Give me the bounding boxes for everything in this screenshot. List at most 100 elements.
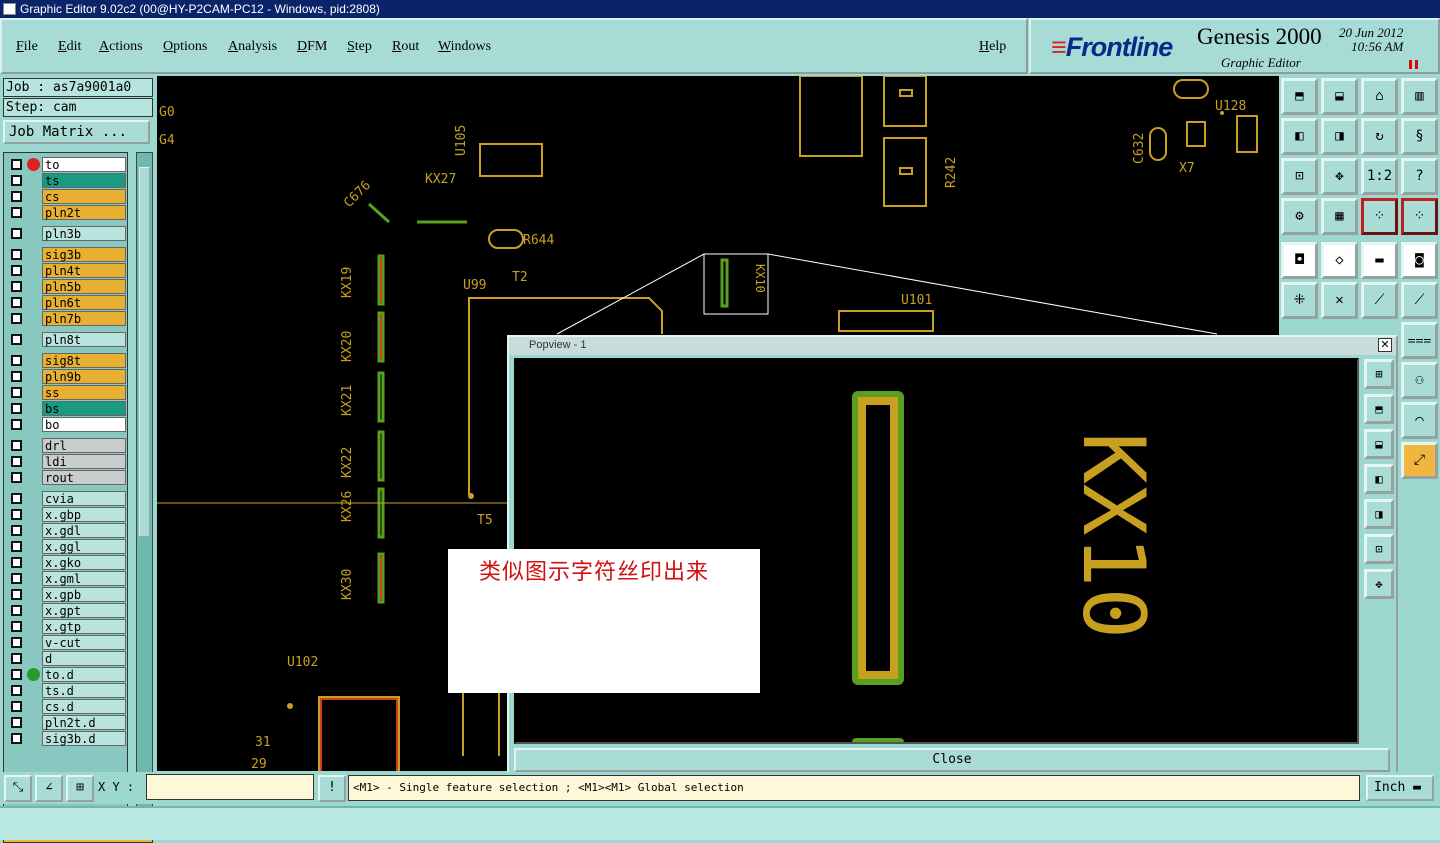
layer-name[interactable]: ts.d — [42, 683, 126, 698]
layer-row[interactable]: sig3b.d — [7, 731, 126, 746]
layer-name[interactable]: pln8t — [42, 332, 126, 347]
layer-name[interactable]: x.gpb — [42, 587, 126, 602]
layer-name[interactable]: cs.d — [42, 699, 126, 714]
layer-checkbox[interactable] — [11, 621, 22, 632]
popview-close-button[interactable]: Close — [514, 748, 1390, 772]
select-area-icon[interactable]: ◙ — [1401, 242, 1438, 279]
layer-row[interactable]: ts.d — [7, 683, 126, 698]
layer-row[interactable]: x.gpb — [7, 587, 126, 602]
layer-checkbox[interactable] — [11, 541, 22, 552]
units-select[interactable]: Inch ▬ — [1366, 775, 1434, 801]
layer-name[interactable]: x.gdl — [42, 523, 126, 538]
layer-row[interactable]: bs — [7, 401, 126, 416]
layer-name[interactable]: to.d — [42, 667, 126, 682]
profile-icon[interactable]: ⌒ — [1401, 402, 1438, 439]
pan-right-icon[interactable]: ◨ — [1321, 118, 1358, 155]
layer-checkbox[interactable] — [11, 605, 22, 616]
angle-icon[interactable]: ∠ — [35, 775, 63, 802]
layer-row[interactable]: v-cut — [7, 635, 126, 650]
layer-name[interactable]: x.gpt — [42, 603, 126, 618]
layer-checkbox[interactable] — [11, 557, 22, 568]
layer-row[interactable]: ss — [7, 385, 126, 400]
layer-row[interactable]: to — [7, 157, 126, 172]
connect-icon[interactable]: ⁜ — [1281, 282, 1318, 319]
layer-row[interactable]: cvia — [7, 491, 126, 506]
layer-checkbox[interactable] — [11, 371, 22, 382]
layer-row[interactable]: ldi — [7, 454, 126, 469]
layer-name[interactable]: sig3b.d — [42, 731, 126, 746]
scroll-thumb[interactable] — [139, 167, 150, 537]
layer-checkbox[interactable] — [11, 717, 22, 728]
layer-checkbox[interactable] — [11, 589, 22, 600]
popview-left-icon[interactable]: ◧ — [1364, 464, 1394, 494]
layer-row[interactable]: x.gtp — [7, 619, 126, 634]
layer-name[interactable]: x.gbp — [42, 507, 126, 522]
job-matrix-button[interactable]: Job Matrix ... — [3, 120, 150, 144]
layer-name[interactable]: pln4t — [42, 263, 126, 278]
layer-name[interactable]: x.gml — [42, 571, 126, 586]
layer-row[interactable]: to.d — [7, 667, 126, 682]
layer-name[interactable]: cs — [42, 189, 126, 204]
layer-row[interactable]: ts — [7, 173, 126, 188]
grid-icon[interactable]: ▦ — [1321, 198, 1358, 235]
popview-fit-icon[interactable]: ⊡ — [1364, 534, 1394, 564]
zoom-home-icon[interactable]: ⬒ — [1281, 78, 1318, 115]
layer-checkbox[interactable] — [11, 281, 22, 292]
menu-rout[interactable]: Rout — [392, 39, 419, 55]
layer-name[interactable]: pln5b — [42, 279, 126, 294]
popview-close-icon[interactable]: ✕ — [1378, 338, 1392, 352]
layer-row[interactable]: pln2t.d — [7, 715, 126, 730]
layer-checkbox[interactable] — [11, 493, 22, 504]
window-icon[interactable]: ▥ — [1401, 78, 1438, 115]
layer-name[interactable]: rout — [42, 470, 126, 485]
layer-checkbox[interactable] — [11, 440, 22, 451]
layer-row[interactable]: sig8t — [7, 353, 126, 368]
layer-checkbox[interactable] — [11, 419, 22, 430]
layer-checkbox[interactable] — [11, 403, 22, 414]
layer-row[interactable]: pln5b — [7, 279, 126, 294]
layer-row[interactable]: cs.d — [7, 699, 126, 714]
layer-name[interactable]: cvia — [42, 491, 126, 506]
layer-row[interactable]: pln2t — [7, 205, 126, 220]
layer-name[interactable]: pln2t — [42, 205, 126, 220]
layer-row[interactable]: x.ggl — [7, 539, 126, 554]
layer-checkbox[interactable] — [11, 456, 22, 467]
layer-checkbox[interactable] — [11, 297, 22, 308]
grid-snap-icon[interactable]: ⊞ — [66, 775, 94, 802]
cross-icon[interactable]: ✕ — [1321, 282, 1358, 319]
layer-name[interactable]: x.gtp — [42, 619, 126, 634]
layer-checkbox[interactable] — [11, 334, 22, 345]
layer-name[interactable]: pln6t — [42, 295, 126, 310]
layer-checkbox[interactable] — [11, 175, 22, 186]
layer-row[interactable]: sig3b — [7, 247, 126, 262]
popview-center-icon[interactable]: ✥ — [1364, 569, 1394, 599]
layer-name[interactable]: sig3b — [42, 247, 126, 262]
layer-row[interactable]: pln4t — [7, 263, 126, 278]
layer-checkbox[interactable] — [11, 355, 22, 366]
ruler-icon[interactable]: ▬ — [1361, 242, 1398, 279]
layer-row[interactable]: bo — [7, 417, 126, 432]
layer-row[interactable]: rout — [7, 470, 126, 485]
layer-checkbox[interactable] — [11, 207, 22, 218]
layer-name[interactable]: pln7b — [42, 311, 126, 326]
cluster-icon[interactable]: ⚇ — [1401, 362, 1438, 399]
alert-icon[interactable]: ! — [318, 775, 346, 802]
popview-down-icon[interactable]: ⬓ — [1364, 429, 1394, 459]
layer-name[interactable]: ldi — [42, 454, 126, 469]
layer-checkbox[interactable] — [11, 669, 22, 680]
snap-icon[interactable]: § — [1401, 118, 1438, 155]
layer-checkbox[interactable] — [11, 228, 22, 239]
layer-checkbox[interactable] — [11, 191, 22, 202]
layer-row[interactable]: pln6t — [7, 295, 126, 310]
measure-tool-icon[interactable]: ⚙ — [1281, 198, 1318, 235]
layer-scrollbar[interactable] — [136, 152, 153, 820]
layer-checkbox[interactable] — [11, 637, 22, 648]
layer-checkbox[interactable] — [11, 387, 22, 398]
home-icon[interactable]: ⌂ — [1361, 78, 1398, 115]
layer-row[interactable]: d — [7, 651, 126, 666]
pan-left-icon[interactable]: ◧ — [1281, 118, 1318, 155]
net-select-icon[interactable]: ⁘ — [1361, 198, 1398, 235]
menu-step[interactable]: Step — [347, 39, 372, 55]
layer-row[interactable]: pln9b — [7, 369, 126, 384]
layer-checkbox[interactable] — [11, 653, 22, 664]
